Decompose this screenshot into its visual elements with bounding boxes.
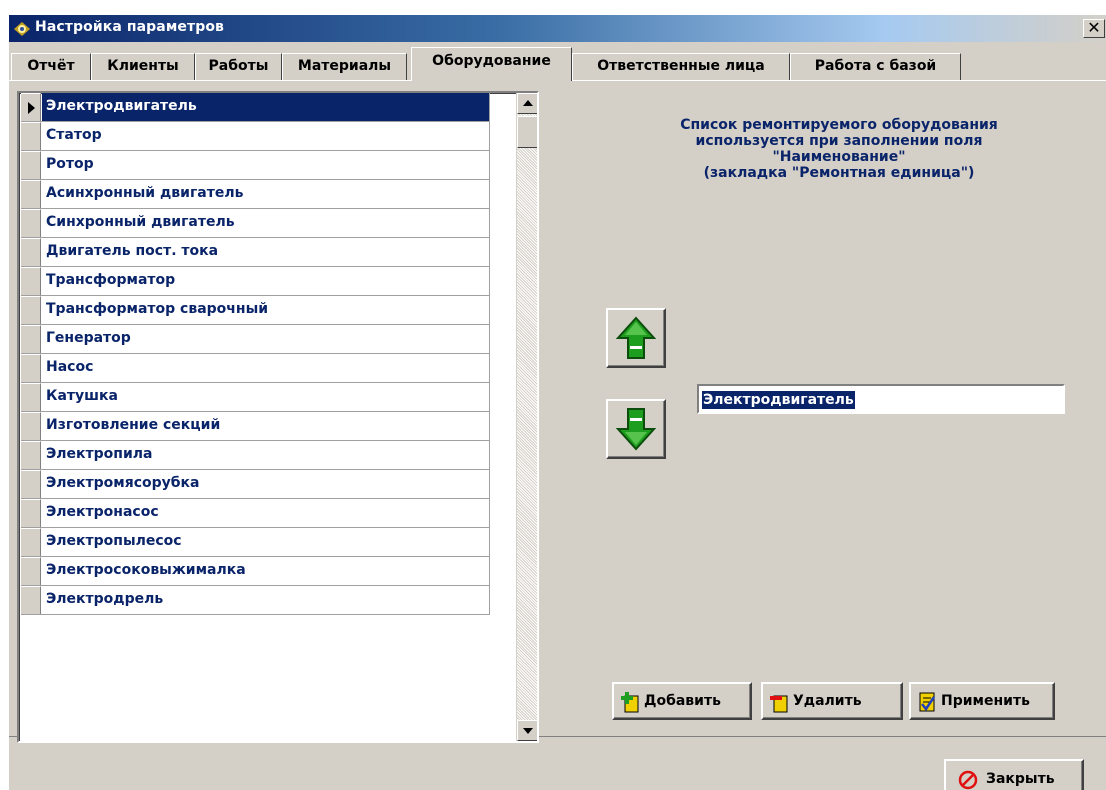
row-indicator[interactable] bbox=[21, 586, 41, 614]
move-down-button[interactable] bbox=[606, 399, 666, 459]
row-indicator[interactable] bbox=[21, 325, 41, 353]
list-item-label: Электропылесос bbox=[46, 533, 182, 549]
scroll-up-button[interactable] bbox=[517, 93, 537, 114]
row-indicator[interactable] bbox=[21, 267, 41, 295]
row-indicator[interactable] bbox=[21, 238, 41, 266]
list-item[interactable]: Электронасос bbox=[21, 499, 489, 528]
list-item-label: Электросоковыжималка bbox=[46, 562, 246, 578]
scroll-down-button[interactable] bbox=[517, 720, 537, 741]
info-line: (закладка "Ремонтная единица") bbox=[703, 165, 975, 181]
list-item[interactable]: Изготовление секций bbox=[21, 412, 489, 441]
equipment-list[interactable]: Электродвигатель Статор Ротор Асинхронный д… bbox=[17, 91, 539, 743]
row-indicator[interactable] bbox=[21, 470, 41, 498]
list-item[interactable]: Трансформатор bbox=[21, 267, 489, 296]
apply-checklist-icon bbox=[919, 692, 936, 712]
delete-button[interactable]: Удалить bbox=[761, 682, 903, 720]
list-item-label: Ротор bbox=[46, 156, 94, 172]
scroll-down-icon bbox=[523, 728, 533, 734]
vertical-scrollbar[interactable] bbox=[516, 93, 537, 741]
arrow-down-icon bbox=[615, 408, 657, 451]
list-item-label: Статор bbox=[46, 127, 102, 143]
list-item-label: Асинхронный двигатель bbox=[46, 185, 244, 201]
tab-materials[interactable]: Материалы bbox=[282, 53, 407, 80]
row-indicator[interactable] bbox=[21, 122, 41, 150]
move-up-button[interactable] bbox=[606, 308, 666, 368]
list-item[interactable]: Электропила bbox=[21, 441, 489, 470]
list-item-label: Электропила bbox=[46, 446, 153, 462]
scroll-thumb[interactable] bbox=[517, 116, 537, 148]
close-icon: ✕ bbox=[1087, 18, 1101, 37]
tab-report[interactable]: Отчёт bbox=[11, 53, 91, 80]
list-item-label: Электронасос bbox=[46, 504, 159, 520]
list-item[interactable]: Электродвигатель bbox=[21, 93, 489, 122]
row-indicator[interactable] bbox=[21, 557, 41, 585]
list-item[interactable]: Электромясорубка bbox=[21, 470, 489, 499]
list-item[interactable]: Электросоковыжималка bbox=[21, 557, 489, 586]
list-item-label: Генератор bbox=[46, 330, 131, 346]
tab-responsible-persons[interactable]: Ответственные лица bbox=[572, 53, 790, 80]
row-indicator[interactable] bbox=[21, 499, 41, 527]
list-item[interactable]: Асинхронный двигатель bbox=[21, 180, 489, 209]
row-indicator[interactable] bbox=[21, 354, 41, 382]
list-item-label: Трансформатор bbox=[46, 272, 176, 288]
row-indicator[interactable] bbox=[21, 151, 41, 179]
add-document-icon bbox=[621, 692, 639, 713]
list-item-label: Электромясорубка bbox=[46, 475, 200, 491]
list-item-label: Электродрель bbox=[46, 591, 164, 607]
list-item[interactable]: Электродрель bbox=[21, 586, 489, 615]
list-item[interactable]: Электропылесос bbox=[21, 528, 489, 557]
row-indicator[interactable] bbox=[21, 383, 41, 411]
info-line: Список ремонтируемого оборудования bbox=[680, 117, 998, 133]
list-item-label: Трансформатор сварочный bbox=[46, 301, 269, 317]
list-item[interactable]: Генератор bbox=[21, 325, 489, 354]
list-item-label: Синхронный двигатель bbox=[46, 214, 235, 230]
list-item-label: Насос bbox=[46, 359, 94, 375]
tab-works[interactable]: Работы bbox=[195, 53, 282, 80]
list-item-label: Двигатель пост. тока bbox=[46, 243, 219, 259]
list-item-label: Электродвигатель bbox=[42, 93, 489, 121]
no-entry-icon bbox=[958, 770, 978, 790]
row-indicator[interactable] bbox=[21, 528, 41, 556]
row-indicator[interactable] bbox=[21, 180, 41, 208]
list-item-label: Изготовление секций bbox=[46, 417, 221, 433]
info-text: Список ремонтируемого оборудования испол… bbox=[569, 117, 1106, 181]
title-bar[interactable]: Настройка параметров ✕ bbox=[9, 15, 1106, 42]
grid-divider bbox=[489, 93, 490, 615]
list-item-label: Катушка bbox=[46, 388, 118, 404]
row-indicator[interactable] bbox=[21, 441, 41, 469]
row-indicator[interactable] bbox=[21, 209, 41, 237]
tab-clients[interactable]: Клиенты bbox=[91, 53, 195, 80]
row-indicator[interactable] bbox=[21, 296, 41, 324]
row-pointer-icon[interactable] bbox=[21, 93, 41, 121]
tab-database[interactable]: Работа с базой bbox=[790, 53, 961, 80]
add-button[interactable]: Добавить bbox=[612, 682, 752, 720]
list-item[interactable]: Синхронный двигатель bbox=[21, 209, 489, 238]
list-item[interactable]: Катушка bbox=[21, 383, 489, 412]
list-item[interactable]: Двигатель пост. тока bbox=[21, 238, 489, 267]
info-line: "Наименование" bbox=[772, 149, 906, 165]
close-button[interactable]: Закрыть bbox=[944, 759, 1084, 790]
list-item[interactable]: Ротор bbox=[21, 151, 489, 180]
tab-equipment[interactable]: Оборудование bbox=[411, 47, 572, 81]
equipment-name-input[interactable]: Электродвигатель bbox=[697, 384, 1065, 414]
row-indicator[interactable] bbox=[21, 412, 41, 440]
add-button-label: Добавить bbox=[644, 693, 721, 709]
delete-button-label: Удалить bbox=[793, 693, 862, 709]
equipment-name-value: Электродвигатель bbox=[702, 391, 855, 409]
list-item[interactable]: Трансформатор сварочный bbox=[21, 296, 489, 325]
delete-document-icon bbox=[770, 695, 788, 713]
close-button-label: Закрыть bbox=[986, 771, 1055, 787]
apply-button-label: Применить bbox=[941, 693, 1030, 709]
list-item[interactable]: Насос bbox=[21, 354, 489, 383]
window-close-button[interactable]: ✕ bbox=[1083, 19, 1105, 38]
list-item[interactable]: Статор bbox=[21, 122, 489, 151]
apply-button[interactable]: Применить bbox=[909, 682, 1055, 720]
info-line: используется при заполнении поля bbox=[695, 133, 983, 149]
arrow-up-icon bbox=[615, 316, 657, 359]
window-title: Настройка параметров bbox=[35, 19, 224, 35]
app-icon bbox=[14, 22, 30, 36]
scroll-up-icon bbox=[523, 100, 533, 106]
